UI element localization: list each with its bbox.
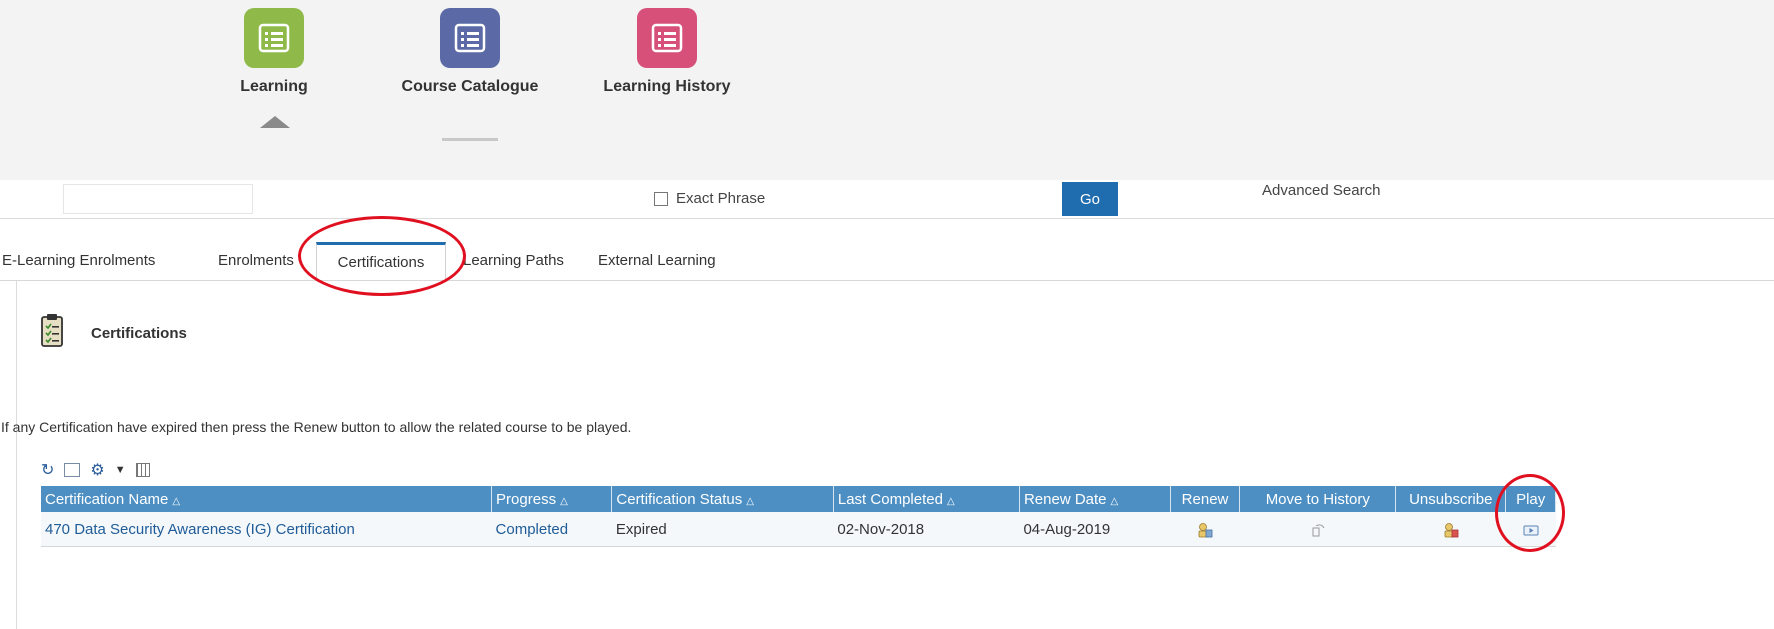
launcher-bar: Learning Course Catalogue Learning Histo… <box>0 0 1774 180</box>
table-toolbar: ↻ ⚙ ▼ <box>41 457 150 483</box>
tab-e-learning-enrolments[interactable]: E-Learning Enrolments <box>2 252 155 269</box>
refresh-icon[interactable]: ↻ <box>41 460 54 480</box>
tab-enrolments[interactable]: Enrolments <box>218 252 294 269</box>
clipboard-icon <box>41 314 63 347</box>
renew-date-value: 04-Aug-2019 <box>1019 512 1171 547</box>
col-certification-status[interactable]: Certification Status △ <box>611 486 834 512</box>
renew-notice: If any Certification have expired then p… <box>1 419 632 435</box>
list-icon <box>637 8 697 68</box>
list-icon <box>440 8 500 68</box>
tile-label: Learning <box>240 78 308 95</box>
tile-label: Learning History <box>603 78 731 95</box>
table-header-row: Certification Name △ Progress △ Certificat… <box>41 486 1556 512</box>
move-to-history-icon[interactable] <box>1310 522 1326 538</box>
tile-label: Course Catalogue <box>401 78 539 95</box>
go-button[interactable]: Go <box>1062 182 1118 216</box>
unsubscribe-cell <box>1395 512 1506 547</box>
certifications-panel: Certifications If any Certification have… <box>1 281 1774 629</box>
exact-phrase-label: Exact Phrase <box>676 190 766 207</box>
advanced-search-link[interactable]: Advanced Search <box>1262 182 1380 199</box>
tile-learning-history[interactable]: Learning History <box>587 8 747 96</box>
tile-course-catalogue[interactable]: Course Catalogue <box>390 8 550 96</box>
last-completed-value: 02-Nov-2018 <box>833 512 1020 547</box>
certifications-table: Certification Name △ Progress △ Certificat… <box>41 486 1556 547</box>
tab-external-learning[interactable]: External Learning <box>598 252 716 269</box>
detach-icon[interactable] <box>64 463 81 477</box>
table-row: 470 Data Security Awareness (IG) Certifi… <box>41 512 1556 547</box>
col-move-to-history: Move to History <box>1239 486 1397 512</box>
renew-icon[interactable] <box>1197 522 1213 538</box>
col-certification-name[interactable]: Certification Name △ <box>41 486 493 512</box>
status-value: Expired <box>611 512 834 547</box>
col-last-completed[interactable]: Last Completed △ <box>833 486 1020 512</box>
renew-cell <box>1170 512 1240 547</box>
search-input[interactable] <box>63 184 253 214</box>
certification-name-link[interactable]: 470 Data Security Awareness (IG) Certifi… <box>41 512 492 547</box>
exact-phrase-option[interactable]: Exact Phrase <box>654 190 765 207</box>
tab-bar: E-Learning Enrolments Enrolments Learnin… <box>0 238 1774 281</box>
hover-indicator <box>442 138 498 141</box>
tile-learning[interactable]: Learning <box>194 8 354 96</box>
unsubscribe-icon[interactable] <box>1443 522 1459 538</box>
exact-phrase-checkbox[interactable] <box>654 191 668 206</box>
dropdown-caret-icon[interactable]: ▼ <box>115 464 126 476</box>
gear-icon[interactable]: ⚙ <box>90 460 104 480</box>
search-bar: Exact Phrase Go Advanced Search <box>0 180 1774 219</box>
annotation-circle-play <box>1495 474 1565 552</box>
col-renew: Renew <box>1170 486 1241 512</box>
list-icon <box>244 8 304 68</box>
col-unsubscribe: Unsubscribe <box>1395 486 1507 512</box>
progress-value[interactable]: Completed <box>491 512 612 547</box>
col-renew-date[interactable]: Renew Date △ <box>1019 486 1171 512</box>
move-to-history-cell <box>1239 512 1396 547</box>
section-title: Certifications <box>91 325 187 342</box>
columns-icon[interactable] <box>135 463 150 477</box>
tab-learning-paths[interactable]: Learning Paths <box>463 252 564 269</box>
selected-indicator-icon <box>260 116 290 128</box>
annotation-circle-certifications <box>298 216 466 296</box>
col-progress[interactable]: Progress △ <box>491 486 613 512</box>
